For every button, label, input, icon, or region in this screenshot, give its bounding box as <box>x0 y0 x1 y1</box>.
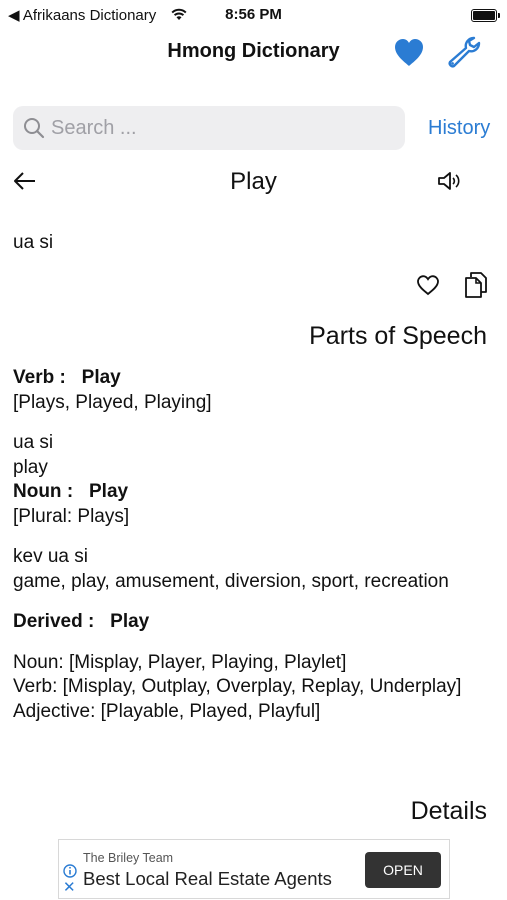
derived-verb-line: Verb: [Misplay, Outplay, Overplay, Repla… <box>13 676 462 697</box>
derived-adjective-line: Adjective: [Playable, Played, Playful] <box>13 700 321 722</box>
search-icon <box>24 118 45 139</box>
verb-english: play <box>13 456 48 478</box>
noun-forms: [Plural: Plays] <box>13 505 130 527</box>
derived-word: Play <box>110 611 150 632</box>
ad-close-icon[interactable]: ✕ <box>63 880 76 895</box>
status-bar: ◀ Afrikaans Dictionary 8:56 PM <box>0 4 507 24</box>
noun-heading: Noun : Play <box>13 480 493 505</box>
verb-forms: [Plays, Played, Playing] <box>13 391 212 413</box>
verb-translation: ua si <box>13 432 54 453</box>
app-title: Hmong Dictionary <box>167 40 340 62</box>
verb-word: Play <box>81 367 121 388</box>
ad-headline[interactable]: Best Local Real Estate Agents <box>83 868 332 890</box>
ad-banner[interactable]: ✕ The Briley Team Best Local Real Estate… <box>58 839 450 899</box>
derived-label: Derived : <box>13 611 95 632</box>
verb-label: Verb : <box>13 367 66 388</box>
noun-word: Play <box>89 481 129 502</box>
derived-heading: Derived : Play <box>13 610 493 635</box>
parts-of-speech-heading: Parts of Speech <box>309 322 487 350</box>
verb-heading: Verb : Play <box>13 366 493 391</box>
definitions-content: Verb : Play [Plays, Played, Playing] ua … <box>13 366 493 724</box>
search-bar[interactable] <box>13 106 405 150</box>
ad-info-icon[interactable] <box>63 864 77 878</box>
heart-outline-icon[interactable] <box>416 274 440 296</box>
copy-icon[interactable] <box>463 271 489 299</box>
ad-sponsor: The Briley Team <box>83 851 174 865</box>
derived-noun-line: Noun: [Misplay, Player, Playing, Playlet… <box>13 651 347 673</box>
search-input[interactable] <box>51 106 391 150</box>
status-time: 8:56 PM <box>225 6 282 23</box>
heart-filled-icon[interactable] <box>392 36 426 68</box>
noun-synonyms: game, play, amusement, diversion, sport,… <box>13 570 449 592</box>
noun-label: Noun : <box>13 481 74 502</box>
speaker-icon[interactable] <box>436 170 464 192</box>
noun-translation: kev ua si <box>13 546 88 567</box>
word-title: Play <box>230 168 277 195</box>
details-heading: Details <box>410 797 487 825</box>
ad-open-button[interactable]: OPEN <box>365 852 441 888</box>
word-translation: ua si <box>13 232 54 253</box>
history-button[interactable]: History <box>428 117 490 140</box>
battery-tip <box>498 13 500 18</box>
wrench-icon[interactable] <box>444 34 482 70</box>
battery-icon <box>471 9 497 22</box>
